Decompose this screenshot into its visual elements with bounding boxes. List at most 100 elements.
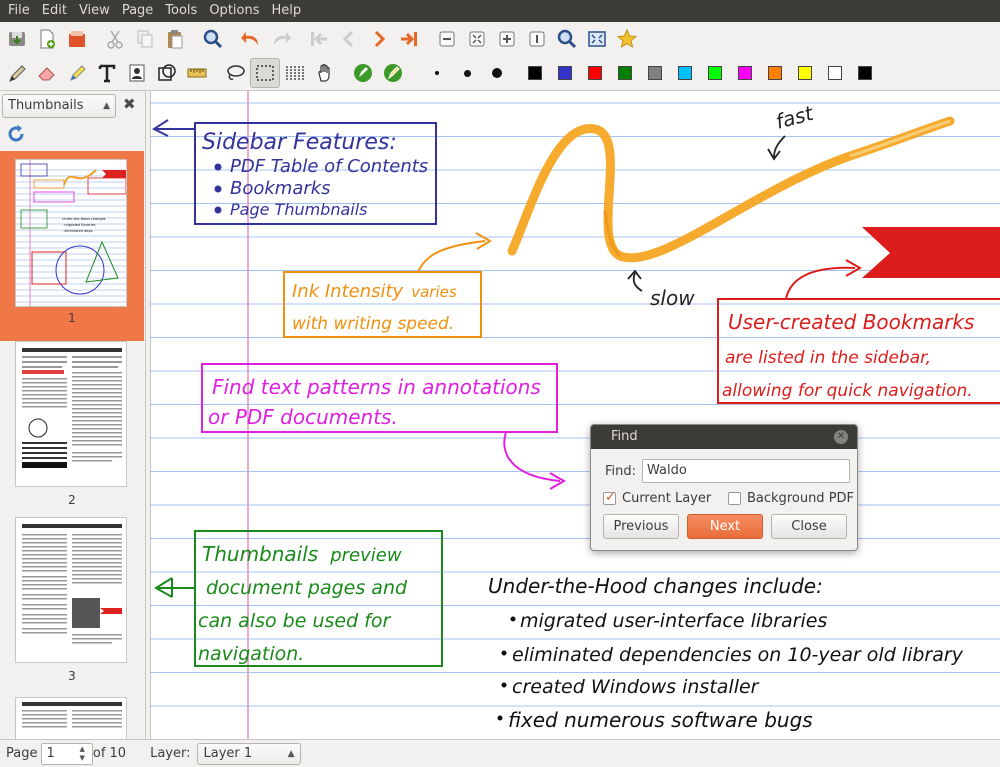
- zoom-fit-icon[interactable]: [462, 24, 492, 54]
- zoom-in-icon[interactable]: [492, 24, 522, 54]
- highlighter-icon[interactable]: [62, 58, 92, 88]
- sidebar-features-note[interactable]: Sidebar Features: PDF Table of Contents …: [151, 119, 437, 225]
- pen-color-swatch[interactable]: [580, 58, 610, 88]
- ink-intensity-stroke[interactable]: fast slow: [507, 101, 955, 310]
- last-page-icon[interactable]: [394, 24, 424, 54]
- image-icon[interactable]: [122, 58, 152, 88]
- color-swatch-icon: [588, 66, 602, 80]
- bookmarks-note[interactable]: User-created Bookmarks are listed in the…: [717, 227, 1000, 404]
- pen-color-swatch[interactable]: [790, 58, 820, 88]
- thumbnail-page-2[interactable]: 2: [0, 341, 144, 507]
- text-icon[interactable]: [92, 58, 122, 88]
- undo-icon[interactable]: [236, 24, 266, 54]
- close-icon[interactable]: ✕: [834, 430, 848, 444]
- next-button[interactable]: Next: [687, 514, 763, 539]
- ruler-icon[interactable]: [182, 58, 212, 88]
- bookmark-star-icon[interactable]: [612, 24, 642, 54]
- pen-color-swatch[interactable]: [670, 58, 700, 88]
- eraser-icon[interactable]: [32, 58, 62, 88]
- color-swatch-icon: [678, 66, 692, 80]
- close-icon[interactable]: ✖: [123, 95, 136, 113]
- lasso-select-icon[interactable]: [220, 58, 250, 88]
- sidebar-mode-select[interactable]: Thumbnails ▲: [2, 94, 116, 118]
- color-swatch-icon: [768, 66, 782, 80]
- under-the-hood-note[interactable]: Under-the-Hood changes include: migrated…: [488, 574, 964, 732]
- checkbox-unchecked-icon: [728, 492, 741, 505]
- ink-intensity-note[interactable]: Ink Intensity varies with writing speed.: [283, 232, 492, 338]
- menu-help[interactable]: Help: [266, 0, 308, 22]
- menu-options[interactable]: Options: [203, 0, 265, 22]
- vertical-space-icon[interactable]: [280, 58, 310, 88]
- pen-color-swatch[interactable]: [730, 58, 760, 88]
- find-dialog-titlebar[interactable]: Find ✕: [591, 425, 857, 449]
- pen-color-swatch[interactable]: [610, 58, 640, 88]
- open-icon[interactable]: [62, 24, 92, 54]
- zoom-search-icon[interactable]: [552, 24, 582, 54]
- default-tool-icon[interactable]: [378, 58, 408, 88]
- ink-intensity-title: Ink Intensity: [292, 281, 404, 302]
- document-canvas[interactable]: Sidebar Features: PDF Table of Contents …: [150, 91, 1000, 739]
- current-layer-label: Current Layer: [622, 491, 712, 506]
- fullscreen-icon[interactable]: [582, 24, 612, 54]
- rect-select-icon[interactable]: [250, 58, 280, 88]
- pen-icon[interactable]: [2, 58, 32, 88]
- pen-color-swatch[interactable]: [550, 58, 580, 88]
- under-the-hood-item: fixed numerous software bugs: [508, 708, 813, 732]
- thumbnail-page-1[interactable]: Under-the-Hood changes - migrated librar…: [0, 151, 144, 341]
- svg-text:- eliminated deps: - eliminated deps: [62, 229, 93, 233]
- find-input[interactable]: Waldo: [642, 459, 850, 483]
- thumbnail-page-number: 1: [68, 311, 76, 325]
- sidebar: Thumbnails ▲ ✖ Under-the-Hood changes - m: [0, 91, 146, 739]
- first-page-icon[interactable]: [304, 24, 334, 54]
- bookmarks-title: User-created Bookmarks: [728, 310, 974, 334]
- pen-color-swatch[interactable]: [640, 58, 670, 88]
- menu-page[interactable]: Page: [116, 0, 159, 22]
- paste-icon[interactable]: [160, 24, 190, 54]
- sidebar-features-title: Sidebar Features:: [202, 130, 397, 155]
- default-pen-icon[interactable]: [348, 58, 378, 88]
- pen-color-swatch[interactable]: [520, 58, 550, 88]
- refresh-icon[interactable]: [6, 124, 26, 144]
- ink-intensity-text: varies: [411, 283, 457, 301]
- thumbnail-page-3[interactable]: 3: [0, 517, 144, 683]
- color-swatch-icon: [648, 66, 662, 80]
- previous-page-icon[interactable]: [334, 24, 364, 54]
- find-icon[interactable]: [198, 24, 228, 54]
- background-pdf-checkbox[interactable]: Background PDF: [728, 491, 854, 506]
- menu-file[interactable]: File: [2, 0, 36, 22]
- thickness-fine-icon[interactable]: [422, 58, 452, 88]
- redo-icon[interactable]: [266, 24, 296, 54]
- find-text-line: Find text patterns in annotations: [212, 375, 541, 399]
- find-text-note[interactable]: Find text patterns in annotations or PDF…: [201, 363, 567, 490]
- menu-edit[interactable]: Edit: [36, 0, 73, 22]
- zoom-out-icon[interactable]: [432, 24, 462, 54]
- pen-color-swatch[interactable]: [700, 58, 730, 88]
- main-toolbar: [0, 22, 1000, 56]
- annotation-layer: Sidebar Features: PDF Table of Contents …: [151, 101, 1000, 732]
- pen-color-swatch[interactable]: [820, 58, 850, 88]
- next-page-icon[interactable]: [364, 24, 394, 54]
- pen-color-swatch[interactable]: [850, 58, 880, 88]
- previous-button[interactable]: Previous: [603, 514, 679, 539]
- layer-select[interactable]: Layer 1 ▲: [196, 742, 301, 765]
- hand-icon[interactable]: [310, 58, 340, 88]
- menu-tools[interactable]: Tools: [159, 0, 203, 22]
- svg-text:- migrated libraries: - migrated libraries: [62, 223, 96, 227]
- copy-icon[interactable]: [130, 24, 160, 54]
- zoom-normal-icon[interactable]: [522, 24, 552, 54]
- menu-view[interactable]: View: [73, 0, 116, 22]
- current-layer-checkbox[interactable]: Current Layer: [603, 490, 712, 506]
- close-button[interactable]: Close: [771, 514, 847, 539]
- thumbnail-page-4[interactable]: [0, 697, 144, 739]
- thickness-medium-icon[interactable]: [452, 58, 482, 88]
- save-icon[interactable]: [2, 24, 32, 54]
- shape-recognizer-icon[interactable]: [152, 58, 182, 88]
- thickness-thick-icon[interactable]: [482, 58, 512, 88]
- bookmarks-text: allowing for quick navigation.: [722, 381, 973, 401]
- thumbnails-note[interactable]: Thumbnails preview document pages and can…: [154, 530, 443, 667]
- new-page-icon[interactable]: [32, 24, 62, 54]
- pen-color-swatch[interactable]: [760, 58, 790, 88]
- color-swatch-icon: [738, 66, 752, 80]
- svg-text:Under-the-Hood changes: Under-the-Hood changes: [62, 217, 106, 221]
- cut-icon[interactable]: [100, 24, 130, 54]
